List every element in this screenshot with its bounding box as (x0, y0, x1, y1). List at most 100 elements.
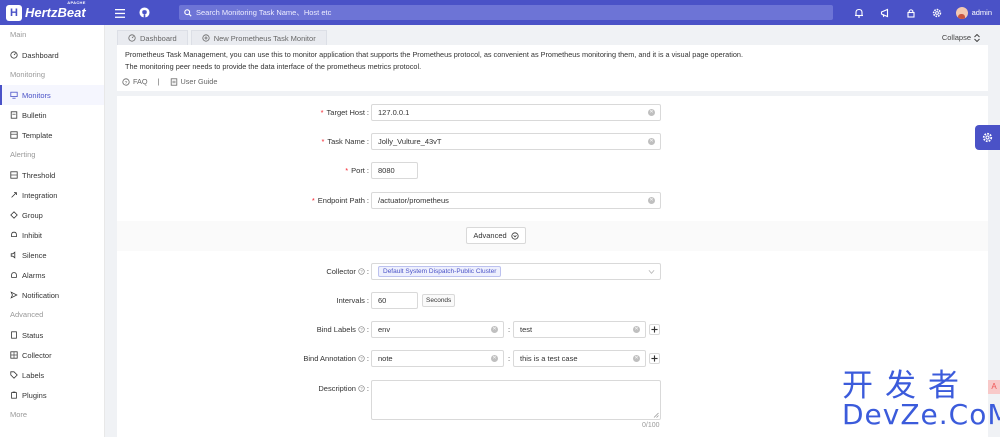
labels-icon (9, 371, 18, 380)
bind-labels-row: Bind Labels?: env ✕ : test ✕ (117, 321, 988, 338)
help-icon[interactable]: ? (358, 385, 365, 392)
search-icon (184, 8, 192, 17)
notification-icon[interactable] (878, 6, 892, 20)
port-input[interactable]: 8080 (371, 162, 418, 179)
collector-icon (9, 351, 18, 360)
bind-annotation-value-input[interactable]: this is a test case ✕ (513, 350, 646, 367)
svg-text:?: ? (360, 386, 363, 391)
collector-tag[interactable]: Default System Dispatch-Public Cluster (378, 266, 502, 277)
sidebar-group-more[interactable]: More (0, 405, 104, 425)
settings-icon[interactable] (930, 6, 944, 20)
clear-icon[interactable]: ✕ (648, 138, 655, 145)
sidebar-item-integration[interactable]: Integration (0, 185, 104, 205)
sidebar-item-status[interactable]: Status (0, 325, 104, 345)
clear-icon[interactable]: ✕ (648, 109, 655, 116)
description-counter: 0/100 (642, 422, 660, 429)
sidebar-item-label: Dashboard (22, 50, 59, 60)
clear-icon[interactable]: ✕ (491, 355, 498, 362)
task-name-row: * Task Name: Jolly_Vulture_43vT ✕ (117, 133, 988, 150)
chevron-updown-icon (974, 33, 980, 42)
resize-handle-icon[interactable] (653, 412, 659, 418)
lock-icon[interactable] (904, 6, 918, 20)
advanced-toggle-button[interactable]: Advanced (466, 227, 526, 244)
github-icon[interactable] (137, 5, 151, 19)
target-host-input[interactable]: 127.0.0.1 ✕ (371, 104, 661, 121)
sidebar-item-alarms[interactable]: Alarms (0, 265, 104, 285)
add-annotation-button[interactable] (649, 353, 660, 364)
sidebar-item-dashboard[interactable]: Dashboard (0, 45, 104, 65)
bind-label-value-input[interactable]: test ✕ (513, 321, 646, 338)
collapse-label: Collapse (941, 33, 971, 42)
sidebar-item-plugins[interactable]: Plugins (0, 385, 104, 405)
user-guide-link[interactable]: User Guide (181, 77, 218, 86)
user-menu[interactable]: admin (955, 6, 992, 19)
sidebar-item-label: Inhibit (22, 230, 43, 240)
tab-dashboard[interactable]: Dashboard (117, 30, 188, 45)
sidebar-item-label: Labels (22, 370, 45, 380)
add-label-button[interactable] (649, 324, 660, 335)
intervals-input[interactable]: 60 (371, 292, 418, 309)
target-host-row: * Target Host: 127.0.0.1 ✕ (117, 104, 988, 121)
chevron-down-circle-icon (511, 231, 519, 240)
sidebar-item-collector[interactable]: Collector (0, 345, 104, 365)
sidebar-item-silence[interactable]: Silence (0, 245, 104, 265)
help-icon[interactable]: ? (358, 268, 365, 275)
avatar (955, 6, 968, 19)
inhibit-icon (9, 231, 18, 240)
clear-icon[interactable]: ✕ (633, 326, 640, 333)
sidebar-item-monitors[interactable]: Monitors (0, 85, 104, 105)
intervals-unit: Seconds (422, 294, 456, 307)
task-name-input[interactable]: Jolly_Vulture_43vT ✕ (371, 133, 661, 150)
notification-icon (9, 291, 18, 300)
collector-row: Collector?: Default System Dispatch-Publ… (117, 263, 988, 280)
endpoint-path-input[interactable]: /actuator/prometheus ✕ (371, 192, 661, 209)
sidebar-item-bulletin[interactable]: Bulletin (0, 105, 104, 125)
bind-labels-label: Bind Labels?: (316, 325, 369, 334)
clear-icon[interactable]: ✕ (491, 326, 498, 333)
collapse-button[interactable]: Collapse (942, 30, 980, 45)
sidebar-item-label: Plugins (22, 390, 47, 400)
sidebar-item-labels[interactable]: Labels (0, 365, 104, 385)
intervals-label: Intervals: (336, 296, 369, 305)
bind-label-key-input[interactable]: env ✕ (371, 321, 504, 338)
plus-circle-icon (202, 34, 210, 42)
sidebar-group-alerting: Alerting (10, 150, 36, 159)
required-mark: * (311, 196, 315, 205)
help-icon[interactable]: ? (358, 326, 365, 333)
question-circle-icon: ? (122, 77, 130, 86)
bind-annotation-label: Bind Annotation?: (303, 354, 369, 363)
logo[interactable]: H HertzBeat APACHE (0, 0, 108, 25)
sidebar-item-inhibit[interactable]: Inhibit (0, 225, 104, 245)
sidebar-item-template[interactable]: Template (0, 125, 104, 145)
floating-settings-button[interactable] (975, 125, 1000, 150)
search-bar[interactable]: Search Monitoring Task Name、Host etc (179, 5, 833, 20)
intervals-row: Intervals: 60 Seconds (117, 292, 988, 309)
clear-icon[interactable]: ✕ (633, 355, 640, 362)
help-icon[interactable]: ? (358, 355, 365, 362)
advanced-label: Advanced (473, 231, 507, 240)
bind-annotation-key-input[interactable]: note ✕ (371, 350, 504, 367)
integration-icon (9, 191, 18, 200)
top-bar: H HertzBeat APACHE Search Monitoring Tas… (0, 0, 1000, 25)
description-textarea[interactable] (371, 380, 661, 420)
description-line-1: Prometheus Task Management, you can use … (125, 50, 744, 59)
menu-toggle-icon[interactable] (113, 6, 127, 20)
tab-label: New Prometheus Task Monitor (213, 33, 316, 43)
sidebar-item-group[interactable]: Group (0, 205, 104, 225)
sidebar-item-threshold[interactable]: Threshold (0, 165, 104, 185)
tab-new-prometheus-monitor[interactable]: New Prometheus Task Monitor (190, 30, 327, 45)
clear-icon[interactable]: ✕ (648, 197, 655, 204)
description-label: Description?: (318, 384, 369, 393)
corner-badge-icon: A (988, 380, 1000, 394)
chevron-down-icon (648, 269, 655, 274)
bell-icon[interactable] (852, 6, 866, 20)
endpoint-path-label: * Endpoint Path: (312, 192, 369, 209)
search-input[interactable]: Search Monitoring Task Name、Host etc (196, 7, 331, 18)
sidebar-item-notification[interactable]: Notification (0, 285, 104, 305)
tab-bar: Dashboard New Prometheus Task Monitor Co… (117, 30, 988, 45)
dashboard-icon (128, 34, 136, 42)
faq-link[interactable]: FAQ (133, 77, 148, 86)
alarm-icon (9, 271, 18, 280)
status-icon (9, 331, 18, 340)
collector-select[interactable]: Default System Dispatch-Public Cluster (371, 263, 661, 280)
